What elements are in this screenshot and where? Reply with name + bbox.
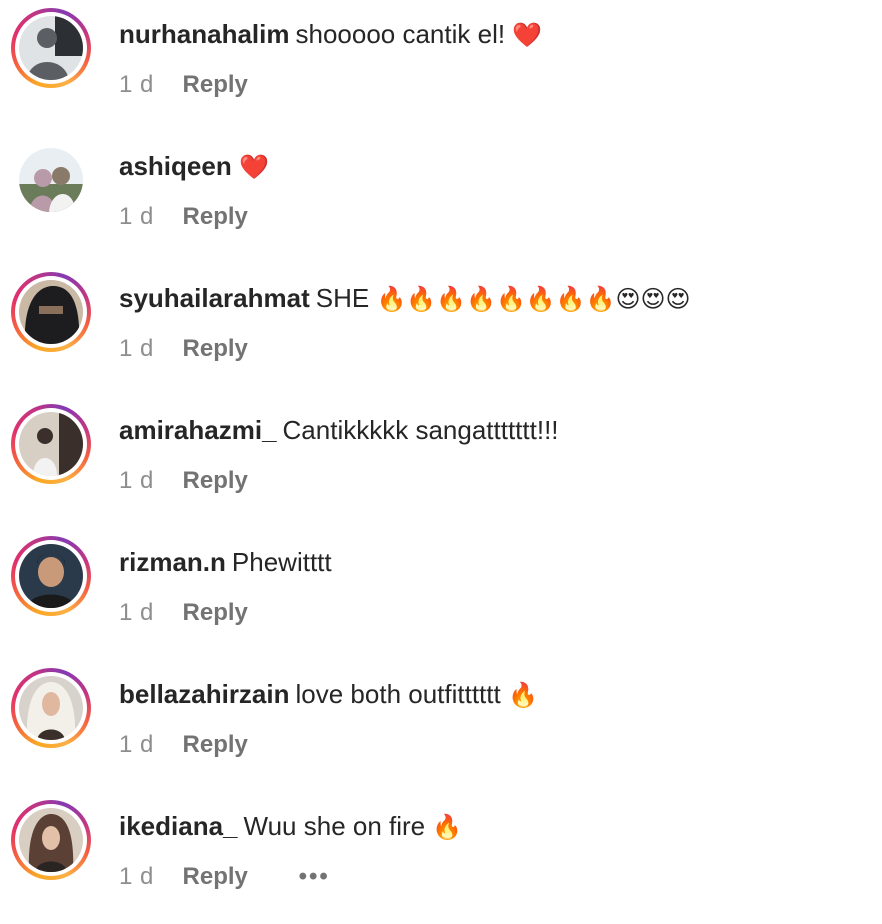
avatar bbox=[19, 544, 83, 608]
comment-meta: 1 d Reply bbox=[119, 70, 248, 100]
timestamp: 1 d bbox=[119, 71, 154, 98]
timestamp: 1 d bbox=[119, 599, 154, 626]
reply-button[interactable]: Reply bbox=[183, 598, 248, 628]
username[interactable]: ashiqeen bbox=[119, 151, 232, 181]
avatar-backdrop bbox=[55, 16, 83, 56]
comment-meta: 1 d Reply bbox=[119, 598, 248, 628]
avatar bbox=[19, 148, 83, 212]
story-ring[interactable] bbox=[11, 536, 91, 616]
timestamp: 1 d bbox=[119, 335, 154, 362]
comment-body: SHE bbox=[315, 283, 370, 313]
story-ring[interactable] bbox=[11, 668, 91, 748]
emoji: 🔥 bbox=[432, 813, 463, 841]
username[interactable]: rizman.n bbox=[119, 547, 226, 577]
avatar bbox=[19, 16, 83, 80]
story-ring[interactable] bbox=[11, 800, 91, 880]
avatar-face bbox=[38, 557, 64, 587]
comment-body: love both outfitttttt bbox=[295, 679, 501, 709]
comment-text: nurhanahalim shooooo cantik el! ❤️ bbox=[119, 18, 542, 51]
comment-body: shooooo cantik el! bbox=[295, 19, 506, 49]
comment-item: nurhanahalim shooooo cantik el! ❤️ 1 d Re… bbox=[0, 0, 882, 132]
comment-item: ashiqeen ❤️ 1 d Reply bbox=[0, 132, 882, 264]
emoji: 🔥 bbox=[507, 681, 538, 709]
comment-body: Phewitttt bbox=[231, 547, 332, 577]
story-ring[interactable] bbox=[11, 8, 91, 88]
avatar bbox=[19, 280, 83, 344]
comment-meta: 1 d Reply bbox=[119, 730, 248, 760]
reply-button[interactable]: Reply bbox=[183, 70, 248, 100]
comment-text: syuhailarahmat SHE 🔥🔥🔥🔥🔥🔥🔥🔥😍😍😍 bbox=[119, 282, 691, 315]
avatar-face bbox=[42, 826, 60, 850]
avatar-head bbox=[37, 428, 53, 444]
comment-text: amirahazmi_ Cantikkkkk sangattttttt!!! bbox=[119, 414, 559, 446]
comment-meta: 1 d Reply ••• bbox=[119, 862, 330, 892]
avatar-head bbox=[34, 169, 52, 187]
comment-item: bellazahirzain love both outfitttttt 🔥 1 … bbox=[0, 660, 882, 792]
reply-button[interactable]: Reply bbox=[183, 862, 248, 892]
story-ring[interactable] bbox=[11, 272, 91, 352]
avatar bbox=[19, 676, 83, 740]
comment-text: ikediana_ Wuu she on fire 🔥 bbox=[119, 810, 462, 843]
comment-body: Wuu she on fire bbox=[243, 811, 426, 841]
reply-button[interactable]: Reply bbox=[183, 334, 248, 364]
avatar bbox=[19, 808, 83, 872]
comment-item: syuhailarahmat SHE 🔥🔥🔥🔥🔥🔥🔥🔥😍😍😍 1 d Reply bbox=[0, 264, 882, 396]
comment-meta: 1 d Reply bbox=[119, 466, 248, 496]
comment-text: rizman.n Phewitttt bbox=[119, 546, 332, 578]
comment-text: ashiqeen ❤️ bbox=[119, 150, 269, 183]
comment-item: ikediana_ Wuu she on fire 🔥 1 d Reply ••• bbox=[0, 792, 882, 924]
comment-list: nurhanahalim shooooo cantik el! ❤️ 1 d Re… bbox=[0, 0, 882, 924]
comment-text: bellazahirzain love both outfitttttt 🔥 bbox=[119, 678, 538, 711]
username[interactable]: ikediana_ bbox=[119, 811, 238, 841]
comment-meta: 1 d Reply bbox=[119, 334, 248, 364]
emoji: 🔥🔥🔥🔥🔥🔥🔥🔥😍😍😍 bbox=[376, 285, 691, 313]
story-ring[interactable] bbox=[11, 404, 91, 484]
more-options-icon[interactable]: ••• bbox=[299, 862, 330, 892]
emoji: ❤️ bbox=[238, 153, 269, 181]
timestamp: 1 d bbox=[119, 863, 154, 890]
username[interactable]: nurhanahalim bbox=[119, 19, 289, 49]
reply-button[interactable]: Reply bbox=[183, 466, 248, 496]
avatar bbox=[19, 412, 83, 476]
timestamp: 1 d bbox=[119, 467, 154, 494]
avatar-face bbox=[42, 692, 60, 716]
username[interactable]: bellazahirzain bbox=[119, 679, 290, 709]
avatar-head bbox=[37, 28, 57, 48]
timestamp: 1 d bbox=[119, 731, 154, 758]
comment-body: Cantikkkkk sangattttttt!!! bbox=[282, 415, 559, 445]
comment-item: amirahazmi_ Cantikkkkk sangattttttt!!! 1 … bbox=[0, 396, 882, 528]
avatar-head bbox=[52, 167, 70, 185]
emoji: ❤️ bbox=[512, 21, 543, 49]
reply-button[interactable]: Reply bbox=[183, 730, 248, 760]
comment-item: rizman.n Phewitttt 1 d Reply bbox=[0, 528, 882, 660]
avatar-backdrop bbox=[59, 412, 83, 476]
avatar-wrapper[interactable] bbox=[11, 140, 91, 220]
comment-meta: 1 d Reply bbox=[119, 202, 248, 232]
reply-button[interactable]: Reply bbox=[183, 202, 248, 232]
avatar-eyes bbox=[39, 306, 63, 314]
timestamp: 1 d bbox=[119, 203, 154, 230]
username[interactable]: amirahazmi_ bbox=[119, 415, 277, 445]
username[interactable]: syuhailarahmat bbox=[119, 283, 310, 313]
